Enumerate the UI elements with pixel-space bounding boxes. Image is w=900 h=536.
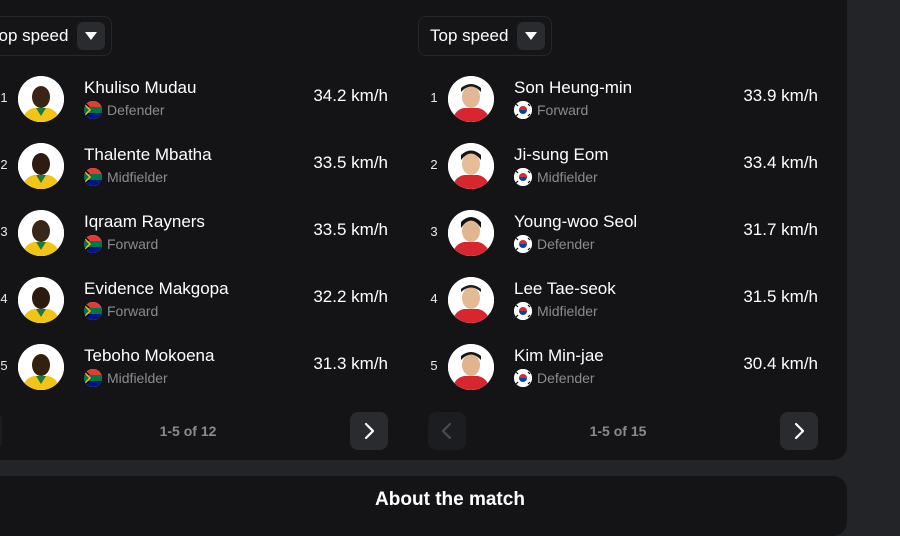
player-avatar [448,76,494,122]
caret-down-icon[interactable] [77,22,105,50]
player-name: Kim Min-jae [514,346,604,365]
player-row[interactable]: 3 Young-woo Seol Defender 31.7 km/h [418,204,818,264]
player-row[interactable]: 4 Lee Tae-seok Midfielder 31.5 km/h [418,271,818,331]
top-speed-value: 33.4 km/h [743,153,818,172]
south-korea-flag-icon [514,235,532,253]
player-position: Midfielder [537,303,598,319]
team-right-panel: Top speed 1 Son Heung-min Forward 33.9 k… [418,0,818,460]
south-africa-flag-icon [84,101,102,119]
player-avatar [448,344,494,390]
player-avatar [18,76,64,122]
rank: 4 [430,291,438,306]
south-africa-flag-icon [84,235,102,253]
player-name: Evidence Makgopa [84,279,229,298]
top-speed-value: 32.2 km/h [313,287,388,306]
caret-down-icon[interactable] [517,22,545,50]
south-korea-flag-icon [514,302,532,320]
player-row[interactable]: 3 Iqraam Rayners Forward 33.5 km/h [0,204,388,264]
player-row[interactable]: 5 Kim Min-jae Defender 30.4 km/h [418,338,818,398]
rank: 2 [0,157,8,172]
player-name: Iqraam Rayners [84,212,205,231]
south-africa-flag-icon [84,168,102,186]
player-avatar [448,277,494,323]
player-row[interactable]: 4 Evidence Makgopa Forward 32.2 km/h [0,271,388,331]
chevron-right-icon [364,422,375,440]
rank: 1 [430,90,438,105]
top-speed-value: 33.9 km/h [743,86,818,105]
player-name: Lee Tae-seok [514,279,616,298]
stat-dropdown-label: Top speed [0,26,69,45]
rank: 3 [0,224,8,239]
player-position: Defender [107,102,165,118]
player-row[interactable]: 1 Son Heung-min Forward 33.9 km/h [418,70,818,130]
player-name: Khuliso Mudau [84,78,197,97]
top-speed-value: 33.5 km/h [313,153,388,172]
player-row[interactable]: 1 Khuliso Mudau Defender 34.2 km/h [0,70,388,130]
player-avatar [18,210,64,256]
south-africa-flag-icon [84,302,102,320]
player-name: Teboho Mokoena [84,346,215,365]
south-korea-flag-icon [514,101,532,119]
top-speed-value: 34.2 km/h [313,86,388,105]
pagination-count: 1-5 of 15 [589,423,647,439]
top-speed-value: 31.7 km/h [743,220,818,239]
player-position: Forward [107,303,159,319]
next-page-button[interactable] [780,412,818,450]
stat-dropdown-right[interactable]: Top speed [418,16,552,56]
rank: 5 [430,358,438,373]
top-speed-value: 31.3 km/h [313,354,388,373]
player-position: Midfielder [107,370,168,386]
player-avatar [18,277,64,323]
player-position: Midfielder [537,169,598,185]
player-row[interactable]: 2 Thalente Mbatha Midfielder 33.5 km/h [0,137,388,197]
player-avatar [18,344,64,390]
south-africa-flag-icon [84,369,102,387]
player-row[interactable]: 5 Teboho Mokoena Midfielder 31.3 km/h [0,338,388,398]
next-page-button[interactable] [350,412,388,450]
stat-dropdown-label: Top speed [430,26,509,45]
top-speed-value: 30.4 km/h [743,354,818,373]
player-position: Defender [537,370,595,386]
top-speed-value: 31.5 km/h [743,287,818,306]
rank: 3 [430,224,438,239]
player-avatar [18,143,64,189]
player-row[interactable]: 2 Ji-sung Eom Midfielder 33.4 km/h [418,137,818,197]
player-avatar [448,210,494,256]
player-name: Thalente Mbatha [84,145,212,164]
south-korea-flag-icon [514,168,532,186]
player-position: Defender [537,236,595,252]
about-match-title: About the match [375,489,525,510]
player-name: Ji-sung Eom [514,145,609,164]
player-position: Forward [107,236,159,252]
player-position: Forward [537,102,589,118]
chevron-right-icon [794,422,805,440]
top-speed-value: 33.5 km/h [313,220,388,239]
team-left-panel: Top speed 1 Khuliso Mudau Defender 34.2 … [0,0,388,460]
rank: 4 [0,291,8,306]
south-korea-flag-icon [514,369,532,387]
stat-dropdown-left[interactable]: Top speed [0,16,112,56]
player-name: Young-woo Seol [514,212,638,231]
rank: 2 [430,157,438,172]
rank: 5 [0,358,8,373]
player-avatar [448,143,494,189]
player-position: Midfielder [107,169,168,185]
rank: 1 [0,90,8,105]
player-name: Son Heung-min [514,78,633,97]
pagination-count: 1-5 of 12 [159,423,217,439]
